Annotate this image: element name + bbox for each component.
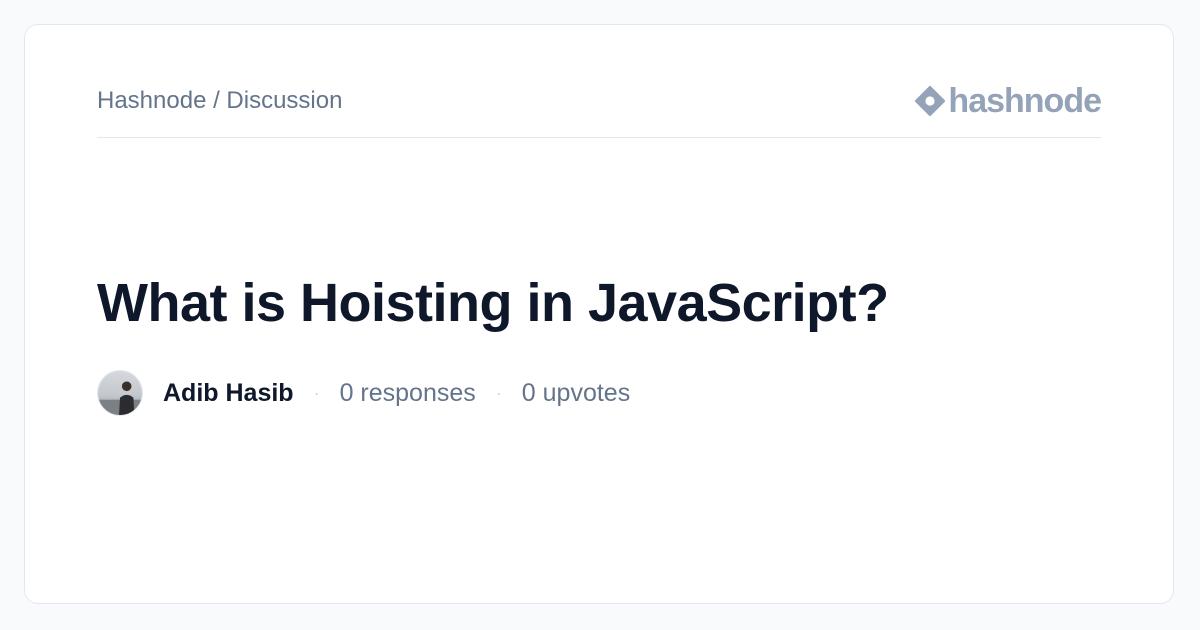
hashnode-logo[interactable]: hashnode xyxy=(915,82,1102,120)
meta-separator: · xyxy=(313,383,320,403)
author-name[interactable]: Adib Hasib xyxy=(163,378,294,408)
avatar[interactable] xyxy=(97,370,143,416)
responses-count[interactable]: 0 responses xyxy=(340,378,476,408)
post-title[interactable]: What is Hoisting in JavaScript? xyxy=(97,271,889,335)
card-header: Hashnode / Discussion hashnode xyxy=(97,77,1102,138)
author-avatar-image xyxy=(98,371,142,415)
upvotes-count[interactable]: 0 upvotes xyxy=(522,378,630,408)
discussion-card: Hashnode / Discussion hashnode What is H… xyxy=(24,24,1174,604)
breadcrumb[interactable]: Hashnode / Discussion xyxy=(97,87,342,115)
hashnode-diamond-icon xyxy=(915,86,946,116)
post-meta: Adib Hasib · 0 responses · 0 upvotes xyxy=(97,369,630,417)
meta-separator: · xyxy=(495,383,502,403)
logo-text: hashnode xyxy=(948,82,1102,120)
